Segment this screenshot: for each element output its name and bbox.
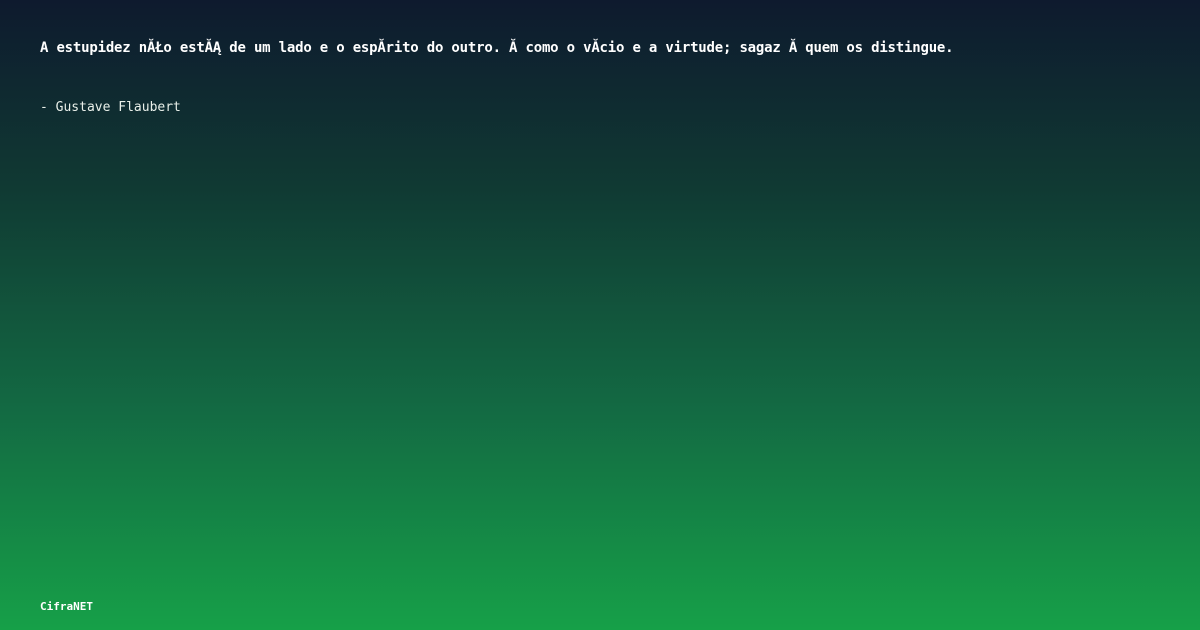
quote-text: A estupidez nĂŁo estĂĄ de um lado e o es… bbox=[40, 40, 954, 56]
quote-card: A estupidez nĂŁo estĂĄ de um lado e o es… bbox=[0, 0, 1200, 630]
quote-author: - Gustave Flaubert bbox=[40, 100, 181, 115]
brand-logo-text: CifraNET bbox=[40, 600, 93, 613]
